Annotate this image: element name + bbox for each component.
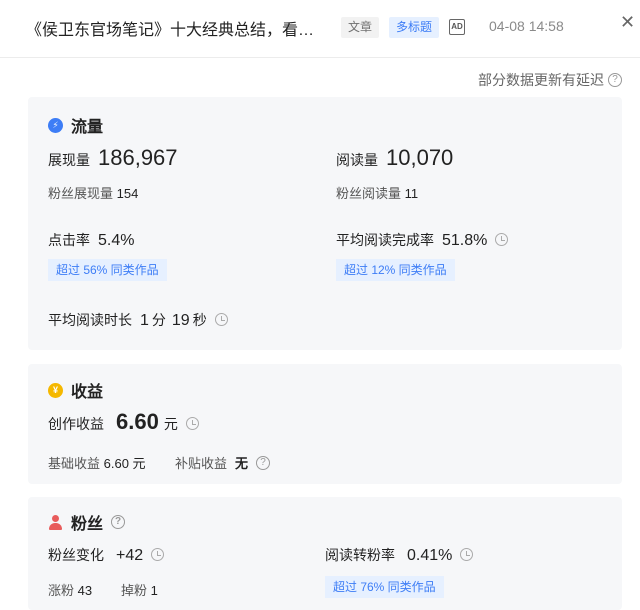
traffic-title: ⚡ 流量 [48,113,103,137]
fan-reads-label: 粉丝阅读量 [336,186,402,201]
ctr-value: 5.4% [98,232,135,249]
fan-loss-label: 掉粉 [121,583,148,598]
person-icon [48,514,63,530]
article-tag: 文章 [341,17,380,38]
avg-time-stat: 平均阅读时长 1 分 19 秒 [48,310,228,330]
fan-change-label: 粉丝变化 [48,547,104,563]
fans-card: 粉丝 ? 粉丝变化 +42 涨粉 43 掉粉 1 阅读转粉率 0.41% 超过 … [28,497,622,610]
conversion-stat: 阅读转粉率 0.41% [325,545,474,565]
fan-impressions-value: 154 [116,186,139,201]
ctr-stat: 点击率 5.4% [48,230,134,250]
revenue-title: ¥ 收益 [48,378,103,402]
impressions-value: 186,967 [98,145,178,170]
traffic-title-text: 流量 [71,119,104,136]
data-delay-note: 部分数据更新有延迟 ? [478,70,622,90]
conversion-label: 阅读转粉率 [325,547,395,563]
fan-loss-value: 1 [150,583,158,598]
creation-revenue-label: 创作收益 [48,416,104,432]
fan-gain: 涨粉 43 [48,580,92,599]
avg-time-min-unit: 分 [151,312,166,328]
ad-icon: AD [449,19,465,35]
conversion-value: 0.41% [407,547,453,564]
clock-icon[interactable] [460,548,474,561]
publish-time: 04-08 14:58 [489,18,564,34]
reads-stat: 阅读量 10,070 [336,145,453,171]
avg-time-label: 平均阅读时长 [48,312,132,328]
ctr-badge: 超过 56% 同类作品 [48,259,167,281]
impressions-stat: 展现量 186,967 [48,145,178,171]
avg-time-min: 1 [140,312,149,329]
ctr-label: 点击率 [48,232,90,248]
fan-change-stat: 粉丝变化 +42 [48,545,165,565]
fan-gain-label: 涨粉 [48,583,75,598]
clock-icon[interactable] [151,548,165,561]
help-icon[interactable]: ? [111,515,126,529]
header: 《侯卫东官场笔记》十大经典总结，看… 文章 多标题 AD 04-08 14:58… [0,0,640,58]
traffic-card: ⚡ 流量 展现量 186,967 粉丝展现量 154 阅读量 10,070 粉丝… [28,97,622,350]
avg-time-sec: 19 [171,312,190,329]
completion-stat: 平均阅读完成率 51.8% [336,230,509,250]
subsidy-revenue-value: 无 [235,456,249,471]
revenue-title-text: 收益 [71,384,104,401]
reads-label: 阅读量 [336,152,378,168]
fan-impressions: 粉丝展现量 154 [48,183,138,202]
impressions-label: 展现量 [48,152,90,168]
subsidy-revenue: 补贴收益 无 ? [175,453,271,472]
completion-value: 51.8% [442,232,488,249]
multi-title-tag: 多标题 [389,17,440,38]
fan-reads-value: 11 [404,186,419,201]
revenue-card: ¥ 收益 创作收益 6.60 元 基础收益 6.60 元 补贴收益 无 ? [28,364,622,484]
reads-value: 10,070 [386,145,454,170]
clock-icon[interactable] [185,417,199,430]
creation-revenue-stat: 创作收益 6.60 元 [48,409,199,435]
completion-badge: 超过 12% 同类作品 [336,259,455,281]
base-revenue: 基础收益 6.60 元 [48,453,146,472]
base-revenue-label: 基础收益 [48,456,101,471]
creation-revenue-unit: 元 [163,416,178,432]
fan-impressions-label: 粉丝展现量 [48,186,114,201]
creation-revenue-value: 6.60 [116,409,159,434]
lightning-icon: ⚡ [48,117,63,133]
fan-reads: 粉丝阅读量 11 [336,183,418,202]
fans-title: 粉丝 ? [48,510,126,534]
avg-time-sec-unit: 秒 [192,312,207,328]
data-delay-note-text: 部分数据更新有延迟 [478,72,604,88]
base-revenue-value: 6.60 元 [103,456,146,471]
article-title[interactable]: 《侯卫东官场笔记》十大经典总结，看… [26,16,314,40]
fan-loss: 掉粉 1 [121,580,158,599]
help-icon[interactable]: ? [608,73,622,87]
clock-icon[interactable] [495,233,509,246]
close-icon[interactable]: ✕ [620,12,635,33]
fans-title-text: 粉丝 [71,516,104,533]
completion-label: 平均阅读完成率 [336,232,434,248]
fan-gain-value: 43 [77,583,93,598]
fan-change-value: +42 [116,547,144,564]
help-icon[interactable]: ? [256,455,271,470]
conversion-badge: 超过 76% 同类作品 [325,576,444,598]
clock-icon[interactable] [214,313,228,326]
coin-icon: ¥ [48,382,63,398]
subsidy-revenue-label: 补贴收益 [175,456,228,471]
